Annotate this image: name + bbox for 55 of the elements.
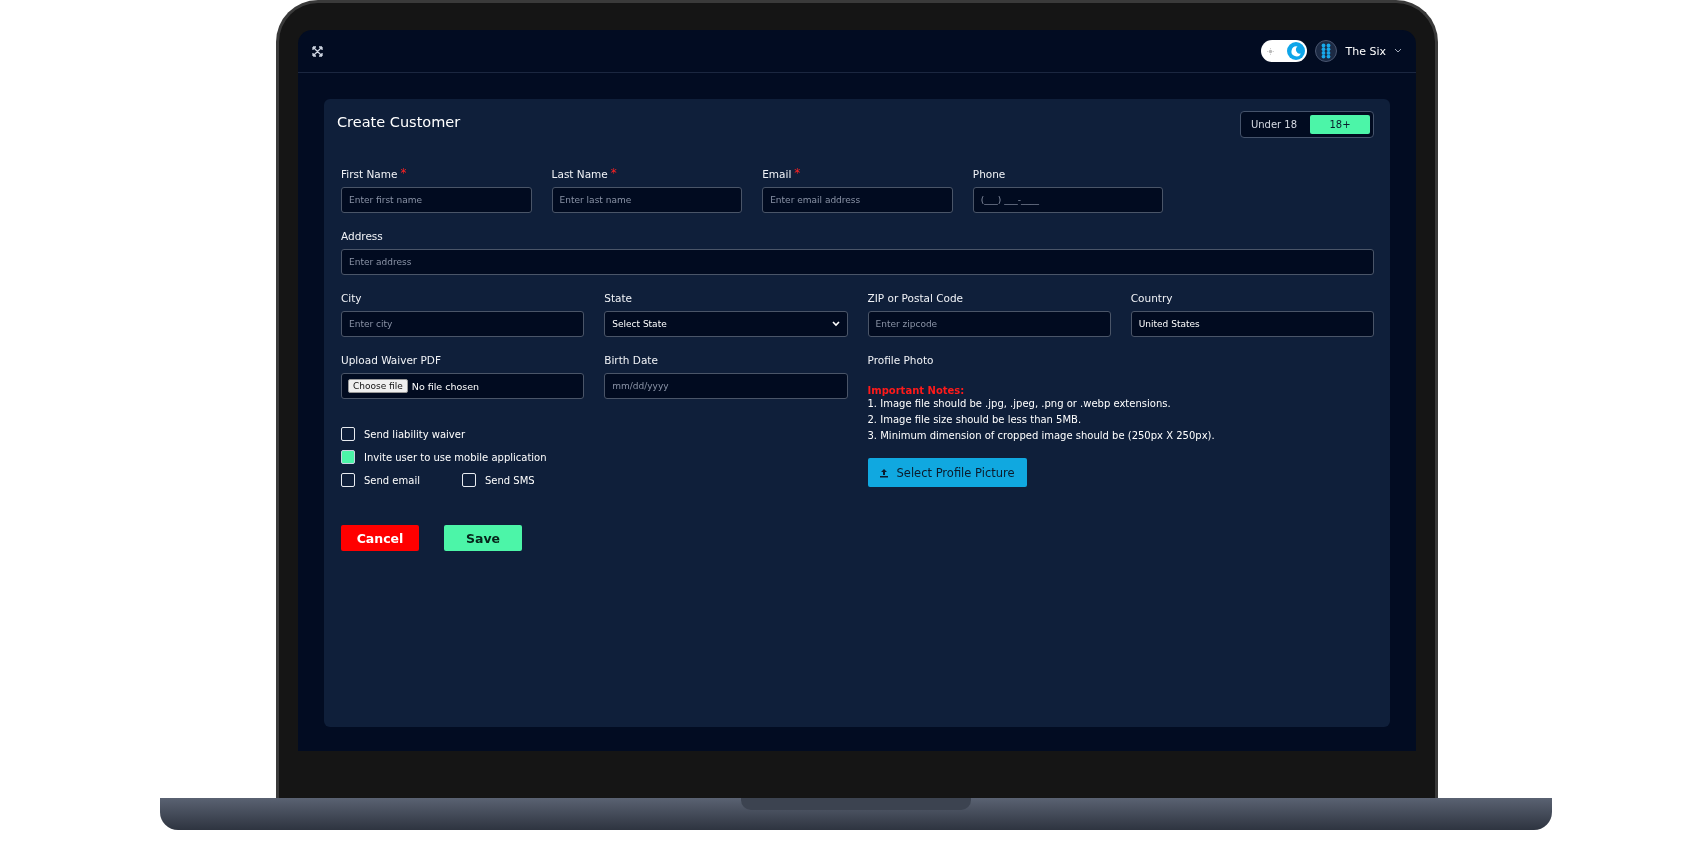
file-status: No file chosen xyxy=(411,380,480,392)
text-field[interactable]: Enter zipcode xyxy=(867,311,1111,337)
field-label: Phone xyxy=(972,168,1006,180)
required-mark: * xyxy=(794,168,801,178)
note-text: 1. Image file should be .jpg, .jpeg, .png or .webp extensions. xyxy=(867,397,1172,411)
expand-icon[interactable] xyxy=(312,45,323,57)
upload-icon xyxy=(878,467,889,478)
text-field[interactable]: Enter email address xyxy=(762,187,953,213)
field-label: Country xyxy=(1130,292,1173,304)
required-mark: * xyxy=(610,168,617,178)
checkbox-label: Send liability waiver xyxy=(364,428,465,440)
checkbox-label: Send SMS xyxy=(485,474,535,486)
field-label: Upload Waiver PDF xyxy=(341,354,441,366)
save-button[interactable]: Save xyxy=(444,525,522,551)
form-title: Create Customer xyxy=(337,113,461,130)
note-text: 3. Minimum dimension of cropped image should be (250px X 250px). xyxy=(867,429,1216,443)
age-option[interactable]: 18+ xyxy=(1310,115,1370,134)
checkbox[interactable] xyxy=(341,473,355,487)
text-field[interactable]: Enter city xyxy=(341,311,585,337)
choose-file-button[interactable]: Choose file xyxy=(348,379,408,393)
field-label: State xyxy=(604,292,633,304)
checkbox-label: Invite user to use mobile application xyxy=(364,451,547,463)
chevron-down-icon[interactable] xyxy=(1394,48,1402,54)
note-text: 2. Image file size should be less than 5MB. xyxy=(867,413,1083,427)
field-label: Profile Photo xyxy=(867,354,935,366)
field-label: Email xyxy=(762,168,792,180)
field-label: Address xyxy=(341,230,383,242)
select-picture-button[interactable]: Select Profile Picture xyxy=(867,458,1027,487)
avatar-icon[interactable] xyxy=(1315,40,1338,62)
notes-title: Important Notes: xyxy=(867,385,966,396)
checkbox[interactable] xyxy=(341,450,355,464)
text-field[interactable]: Enter address xyxy=(341,249,1374,275)
chevron-down-icon xyxy=(831,321,840,327)
theme-toggle[interactable] xyxy=(1261,40,1308,62)
field-label: Last Name xyxy=(551,168,608,180)
state-select[interactable]: Select State xyxy=(604,311,848,337)
checkbox-label: Send email xyxy=(364,474,420,486)
required-mark: * xyxy=(400,168,407,178)
field-label: City xyxy=(341,292,362,304)
moon-icon xyxy=(1287,42,1306,60)
checkbox[interactable] xyxy=(341,427,355,441)
file-field[interactable]: Choose file No file chosen xyxy=(341,373,585,399)
field-label: ZIP or Postal Code xyxy=(867,292,964,304)
text-field[interactable]: United States xyxy=(1130,311,1374,337)
age-option[interactable]: Under 18 xyxy=(1244,115,1304,134)
text-field[interactable]: Enter last name xyxy=(551,187,743,213)
text-field[interactable]: (___) ___-____ xyxy=(972,187,1164,213)
checkbox[interactable] xyxy=(462,473,476,487)
field-label: Birth Date xyxy=(604,354,658,366)
text-field[interactable]: Enter first name xyxy=(341,187,532,213)
user-name[interactable]: The Six xyxy=(1345,44,1386,58)
date-field[interactable]: mm/dd/yyyy xyxy=(604,373,848,399)
field-label: First Name xyxy=(341,168,398,180)
cancel-button[interactable]: Cancel xyxy=(341,525,419,551)
sun-icon xyxy=(1267,47,1275,55)
